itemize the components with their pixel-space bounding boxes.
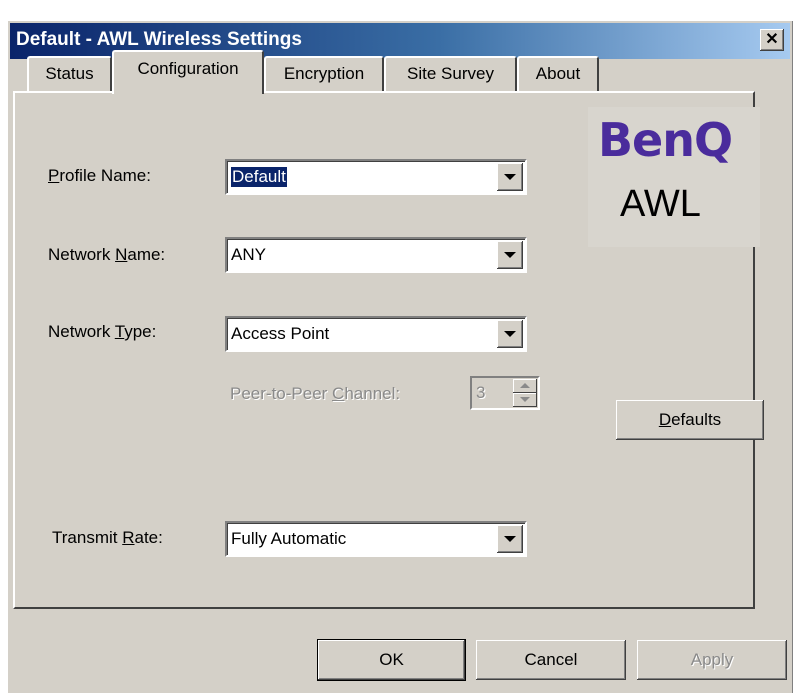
transmit-rate-value: Fully Automatic bbox=[231, 529, 347, 548]
tab-configuration-label: Configuration bbox=[137, 59, 239, 78]
tab-encryption-label: Encryption bbox=[283, 64, 365, 83]
ok-button[interactable]: OK bbox=[318, 640, 465, 680]
transmit-rate-label: Transmit Rate: bbox=[52, 528, 163, 547]
peer-channel-stepper: 3 bbox=[470, 376, 540, 410]
network-type-label: Network Type: bbox=[48, 322, 157, 341]
tab-about-label: About bbox=[535, 64, 581, 83]
tab-encryption[interactable]: Encryption bbox=[264, 56, 384, 92]
spin-down-icon bbox=[513, 393, 537, 407]
apply-button: Apply bbox=[637, 640, 787, 680]
tab-configuration[interactable]: Configuration bbox=[112, 50, 264, 94]
network-name-label: Network Name: bbox=[48, 245, 166, 264]
tab-site-survey-label: Site Survey bbox=[407, 64, 494, 83]
defaults-button[interactable]: Defaults bbox=[616, 400, 764, 440]
profile-name-combobox[interactable]: Default bbox=[225, 159, 527, 195]
network-type-combobox[interactable]: Access Point bbox=[225, 316, 527, 352]
chevron-down-icon[interactable] bbox=[497, 241, 523, 269]
network-name-value: ANY bbox=[231, 245, 266, 264]
window-title: Default - AWL Wireless Settings bbox=[16, 29, 302, 50]
network-type-value: Access Point bbox=[231, 324, 330, 343]
profile-name-label: Profile Name: bbox=[48, 166, 151, 185]
transmit-rate-combobox[interactable]: Fully Automatic bbox=[225, 521, 527, 557]
network-name-combobox[interactable]: ANY bbox=[225, 237, 527, 273]
chevron-down-icon[interactable] bbox=[497, 320, 523, 348]
chevron-down-icon[interactable] bbox=[497, 163, 523, 191]
close-icon: ✕ bbox=[765, 31, 779, 48]
tab-status[interactable]: Status bbox=[27, 56, 112, 92]
tab-status-label: Status bbox=[45, 64, 94, 83]
benq-awl-logo: BenQ AWL bbox=[588, 107, 760, 247]
peer-channel-label: Peer-to-Peer Channel: bbox=[230, 384, 401, 403]
close-button[interactable]: ✕ bbox=[760, 29, 784, 51]
profile-name-value: Default bbox=[230, 166, 288, 188]
brand-logo-text: BenQ bbox=[598, 113, 733, 167]
peer-channel-value: 3 bbox=[476, 383, 486, 402]
product-logo-text: AWL bbox=[620, 183, 701, 225]
tab-site-survey[interactable]: Site Survey bbox=[384, 56, 517, 92]
cancel-button[interactable]: Cancel bbox=[476, 640, 626, 680]
spin-up-icon bbox=[513, 379, 537, 393]
tab-about[interactable]: About bbox=[517, 56, 599, 92]
chevron-down-icon[interactable] bbox=[497, 525, 523, 553]
